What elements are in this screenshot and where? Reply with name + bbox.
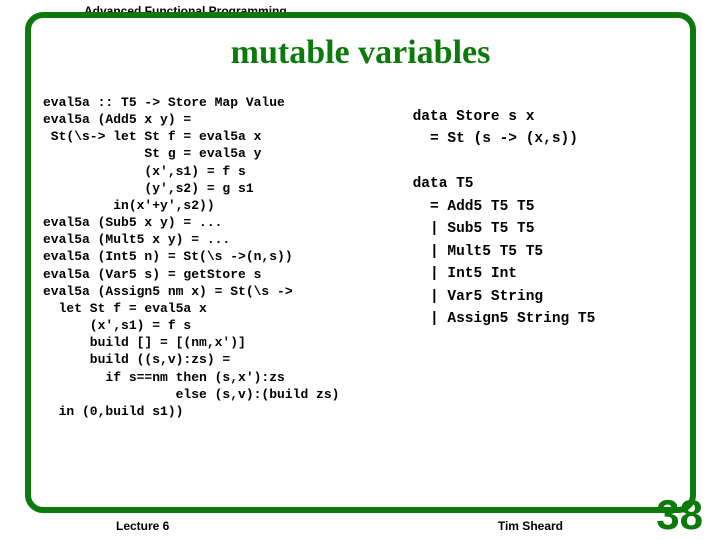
code-block-eval5a: eval5a :: T5 -> Store Map Value eval5a (… (43, 94, 399, 420)
right-column: data Store s x = St (s -> (x,s)) data T5… (413, 94, 678, 497)
code-block-datatypes: data Store s x = St (s -> (x,s)) data T5… (413, 106, 678, 331)
slide-title: mutable variables (231, 34, 491, 72)
left-column: eval5a :: T5 -> Store Map Value eval5a (… (43, 94, 399, 497)
page-number: 38 (656, 491, 703, 539)
slide-content: eval5a :: T5 -> Store Map Value eval5a (… (43, 94, 678, 497)
slide-frame: mutable variables eval5a :: T5 -> Store … (25, 12, 696, 513)
footer-author: Tim Sheard (498, 519, 563, 533)
footer-lecture: Lecture 6 (116, 519, 169, 533)
